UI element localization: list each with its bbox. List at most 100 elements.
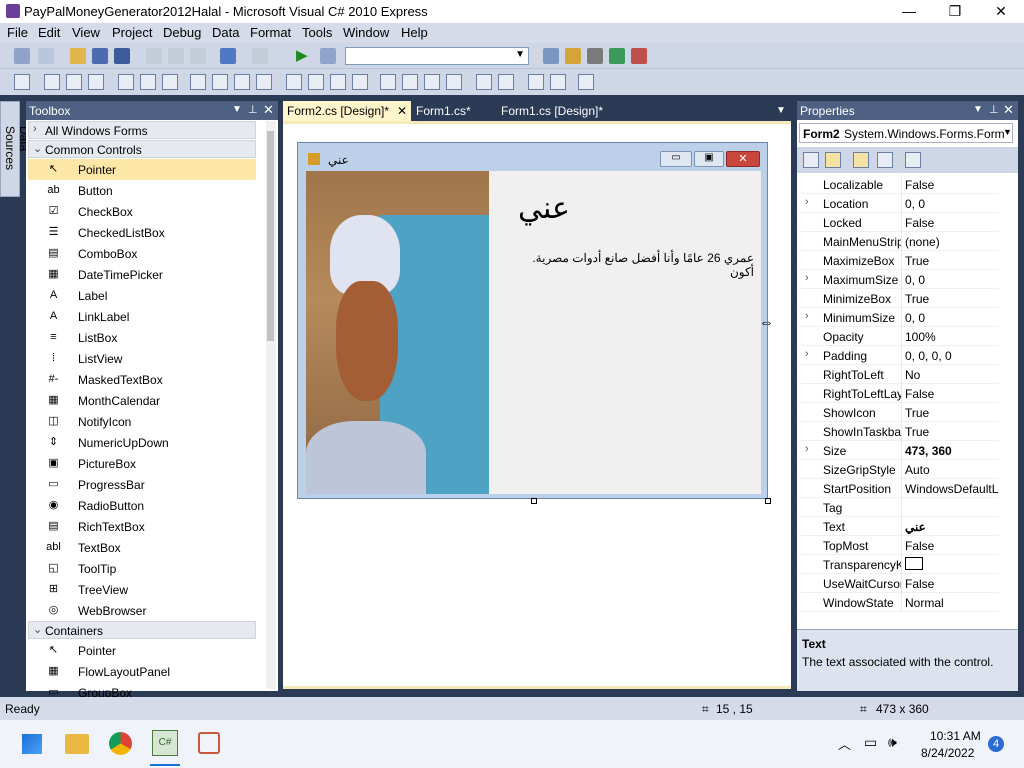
categorized-icon[interactable]: [803, 152, 819, 168]
close-icon[interactable]: ✕: [397, 101, 407, 121]
vertical-spacing-equal-icon[interactable]: [380, 74, 396, 90]
events-icon[interactable]: [877, 152, 893, 168]
properties-icon[interactable]: [853, 152, 869, 168]
property-value[interactable]: False: [905, 216, 999, 230]
minimize-button[interactable]: —: [886, 0, 932, 23]
menu-help[interactable]: Help: [401, 25, 428, 40]
clock-time[interactable]: 10:31 AM: [930, 729, 981, 743]
property-row-righttoleftlayout[interactable]: RightToLeftLayout False: [799, 384, 999, 403]
network-icon[interactable]: ▭: [864, 734, 877, 751]
align-middles-icon[interactable]: [140, 74, 156, 90]
solution-configuration-combo[interactable]: ▼: [345, 47, 529, 65]
tab-form2-design[interactable]: Form2.cs [Design]* ✕: [283, 101, 411, 121]
toolbox-item-notifyicon[interactable]: ◫ NotifyIcon: [28, 411, 256, 432]
property-value[interactable]: False: [905, 577, 999, 591]
solution-explorer-icon[interactable]: [565, 48, 581, 64]
property-row-maximizebox[interactable]: MaximizeBox True: [799, 251, 999, 270]
section-all-windows-forms[interactable]: › All Windows Forms: [28, 121, 256, 139]
align-to-grid-icon[interactable]: [14, 74, 30, 90]
property-row-location[interactable]: › Location 0, 0: [799, 194, 999, 213]
picture-box[interactable]: [306, 171, 489, 494]
data-sources-tab[interactable]: Data Sources: [0, 101, 31, 197]
property-row-opacity[interactable]: Opacity 100%: [799, 327, 999, 346]
object-selector[interactable]: Form2 System.Windows.Forms.Form ▼: [799, 123, 1013, 143]
toolbox-item-radiobutton[interactable]: ◉ RadioButton: [28, 495, 256, 516]
property-value[interactable]: 0, 0, 0, 0: [905, 349, 999, 363]
network-tool-icon[interactable]: [198, 732, 220, 754]
designed-form[interactable]: عني ▭ ▣ ✕ عني عمري 26 عامًا وأنا أفضل صا…: [297, 142, 768, 499]
toolbox-item-maskedtextbox[interactable]: #- MaskedTextBox: [28, 369, 256, 390]
toolbox-item-linklabel[interactable]: A LinkLabel: [28, 306, 256, 327]
property-row-topmost[interactable]: TopMost False: [799, 536, 999, 555]
properties-window-icon[interactable]: [587, 48, 603, 64]
property-value[interactable]: True: [905, 254, 999, 268]
save-all-icon[interactable]: [114, 48, 130, 64]
toolbox-icon[interactable]: [631, 48, 647, 64]
property-row-size[interactable]: › Size 473, 360: [799, 441, 999, 460]
property-value[interactable]: 0, 0: [905, 311, 999, 325]
align-centers-icon[interactable]: [66, 74, 82, 90]
start-debugging-icon[interactable]: ▶: [296, 46, 308, 64]
send-to-back-icon[interactable]: [550, 74, 566, 90]
center-vertically-icon[interactable]: [498, 74, 514, 90]
property-row-padding[interactable]: › Padding 0, 0, 0, 0: [799, 346, 999, 365]
menu-file[interactable]: File: [7, 25, 28, 40]
toolbox-item-textbox[interactable]: abl TextBox: [28, 537, 256, 558]
center-horizontally-icon[interactable]: [476, 74, 492, 90]
make-same-width-icon[interactable]: [190, 74, 206, 90]
add-item-icon[interactable]: [38, 48, 54, 64]
file-explorer-icon[interactable]: [65, 734, 89, 754]
property-row-showintaskbar[interactable]: ShowInTaskbar True: [799, 422, 999, 441]
undo-icon[interactable]: [220, 48, 236, 64]
property-row-localizable[interactable]: Localizable False: [799, 175, 999, 194]
tab-form1-code[interactable]: Form1.cs*: [412, 101, 496, 121]
toolbox-item-listview[interactable]: ⁞ ListView: [28, 348, 256, 369]
menu-debug[interactable]: Debug: [163, 25, 201, 40]
bring-to-front-icon[interactable]: [528, 74, 544, 90]
close-icon[interactable]: ✕: [263, 102, 274, 118]
expand-icon[interactable]: ›: [805, 196, 809, 208]
property-value[interactable]: 100%: [905, 330, 999, 344]
decrease-horizontal-spacing-icon[interactable]: [330, 74, 346, 90]
pin-icon[interactable]: ⊥: [989, 103, 999, 116]
menu-data[interactable]: Data: [212, 25, 239, 40]
windows-start-icon[interactable]: [22, 734, 42, 754]
form-designer-surface[interactable]: عني ▭ ▣ ✕ عني عمري 26 عامًا وأنا أفضل صا…: [283, 121, 791, 689]
expand-icon[interactable]: ›: [805, 348, 809, 360]
property-row-locked[interactable]: Locked False: [799, 213, 999, 232]
increase-horizontal-spacing-icon[interactable]: [308, 74, 324, 90]
scroll-thumb[interactable]: [267, 131, 274, 341]
expand-icon[interactable]: ›: [805, 272, 809, 284]
resize-handle-bottom[interactable]: [531, 498, 537, 504]
align-bottoms-icon[interactable]: [162, 74, 178, 90]
property-value[interactable]: True: [905, 292, 999, 306]
property-value[interactable]: False: [905, 539, 999, 553]
close-button[interactable]: ✕: [978, 0, 1024, 23]
tab-form1-design[interactable]: Form1.cs [Design]*: [497, 101, 617, 121]
notification-badge[interactable]: 4: [988, 736, 1004, 752]
size-to-grid-icon[interactable]: [212, 74, 228, 90]
align-tops-icon[interactable]: [118, 74, 134, 90]
toolbox-item-checkbox[interactable]: ☑ CheckBox: [28, 201, 256, 222]
property-row-sizegripstyle[interactable]: SizeGripStyle Auto: [799, 460, 999, 479]
toolbox-item-tooltip[interactable]: ◱ ToolTip: [28, 558, 256, 579]
expand-icon[interactable]: ›: [805, 310, 809, 322]
form-client-area[interactable]: عني عمري 26 عامًا وأنا أفضل صانع أدوات م…: [306, 171, 761, 494]
heading-label[interactable]: عني: [518, 191, 570, 226]
toolbox-item-flowlayoutpanel[interactable]: ▦ FlowLayoutPanel: [28, 661, 256, 682]
open-file-icon[interactable]: [70, 48, 86, 64]
property-row-maximumsize[interactable]: › MaximumSize 0, 0: [799, 270, 999, 289]
toolbox-scrollbar[interactable]: [266, 121, 276, 689]
redo-icon[interactable]: [252, 48, 268, 64]
property-row-minimizebox[interactable]: MinimizeBox True: [799, 289, 999, 308]
property-value[interactable]: Normal: [905, 596, 999, 610]
property-row-windowstate[interactable]: WindowState Normal: [799, 593, 999, 612]
increase-vertical-spacing-icon[interactable]: [402, 74, 418, 90]
toolbox-item-numericupdown[interactable]: ⇕ NumericUpDown: [28, 432, 256, 453]
dropdown-icon[interactable]: ▼: [232, 104, 242, 115]
property-value[interactable]: 0, 0: [905, 197, 999, 211]
property-value[interactable]: Auto: [905, 463, 999, 477]
toolbox-item-button[interactable]: ab Button: [28, 180, 256, 201]
alphabetical-icon[interactable]: [825, 152, 841, 168]
new-project-icon[interactable]: [14, 48, 30, 64]
